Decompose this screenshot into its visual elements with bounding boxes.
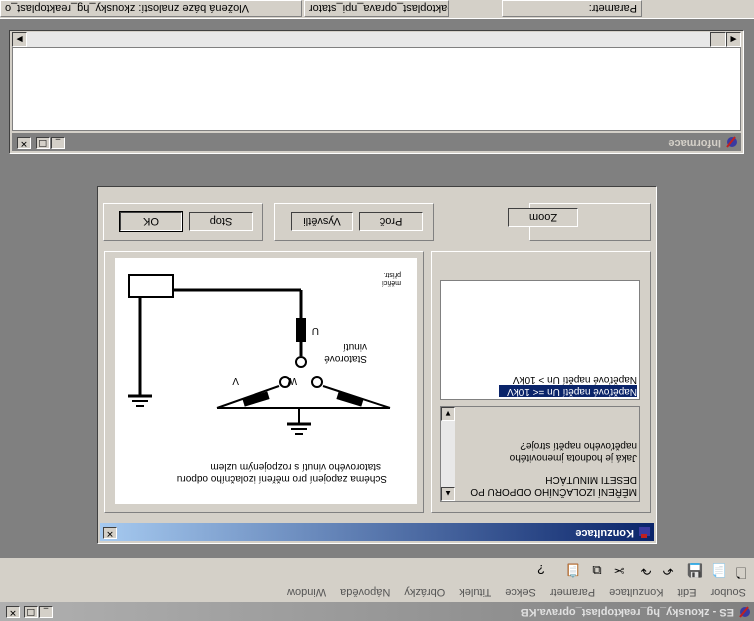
menu-item-obrazky[interactable]: Obrázky <box>404 586 445 598</box>
status-bar: Parametr: Section: hg_reaktoplast_oprava… <box>0 0 754 19</box>
scroll-right-button[interactable]: ▶ <box>12 32 27 47</box>
answer-list[interactable]: Napěťové napětí Un =< 10kV Napěťové napě… <box>440 280 640 400</box>
question-line-3: Jaká je hodnota jmenovitého <box>509 452 637 463</box>
app-icon <box>737 605 751 619</box>
vysvetli-button[interactable]: Vysvětli <box>291 212 353 231</box>
help-icon[interactable]: ? <box>531 560 551 580</box>
undo-icon[interactable]: ↶ <box>658 560 678 580</box>
question-line-2: DESETI MINUTÁCH <box>545 474 637 485</box>
save-icon[interactable]: 💾 <box>685 560 705 580</box>
terminal-w <box>311 376 323 388</box>
diagram-caption-line-2: statorového vinutí s rozpojeným uzlem <box>210 461 381 472</box>
label-stator-line-1: Statorové <box>324 353 367 364</box>
informace-close-button[interactable]: ✕ <box>17 137 31 149</box>
ground-symbol-top <box>287 408 311 435</box>
cut-icon[interactable]: ✂ <box>609 560 629 580</box>
label-stator-line-2: vinutí <box>343 341 367 352</box>
copy-icon[interactable]: ⧉ <box>587 560 607 580</box>
konzultace-title: Konzultace <box>575 527 634 539</box>
menu-item-konzultace[interactable]: Konzultace <box>609 586 663 598</box>
winding-v <box>336 391 364 407</box>
diagram-panel: Schéma zapojení pro měření izolačního od… <box>104 251 424 513</box>
meter-box <box>128 274 174 298</box>
diagram-canvas: Schéma zapojení pro měření izolačního od… <box>115 258 417 504</box>
proc-button[interactable]: Proč <box>359 212 423 231</box>
minimize-button[interactable]: _ <box>39 606 53 618</box>
menu-item-napoveda[interactable]: Nápověda <box>340 586 390 598</box>
menu-item-soubor[interactable]: Soubor <box>711 586 746 598</box>
app-titlebar: ES - zkousky_hg_reaktoplast_oprava.KB _ … <box>0 602 754 621</box>
scroll-down-button[interactable]: ▼ <box>441 407 455 421</box>
new-doc-icon[interactable]: 🗋 <box>731 560 751 580</box>
paste-icon[interactable]: 📋 <box>563 560 583 580</box>
menu-item-parametr[interactable]: Parametr <box>550 586 595 598</box>
informace-icon <box>724 135 738 149</box>
diagram-caption-line-1: Schéma zapojení pro měření izolačního od… <box>176 473 387 484</box>
menu-item-edit[interactable]: Edit <box>678 586 697 598</box>
open-doc-icon[interactable]: 📄 <box>709 560 729 580</box>
status-section: Section: hg_reaktoplast_oprava_npi_stato… <box>304 0 449 17</box>
question-box: MĚŘENÍ IZOLAČNÍHO ODPORU PO DESETI MINUT… <box>440 406 640 502</box>
konzultace-close-button[interactable]: ✕ <box>103 527 117 539</box>
answer-option-selected[interactable]: Napěťové napětí Un =< 10kV <box>499 385 637 397</box>
toolbar: 🗋 📄 💾 ↶ ↷ ✂ ⧉ 📋 ? <box>0 557 754 583</box>
informace-maximize-button[interactable]: □ <box>36 137 50 149</box>
menu-item-sekce[interactable]: Sekce <box>505 586 536 598</box>
informace-window: Informace _ □ ✕ ◀ ▶ <box>9 30 744 154</box>
informace-minimize-button[interactable]: _ <box>51 137 65 149</box>
informace-hscrollbar[interactable]: ◀ ▶ <box>12 32 741 47</box>
menu-item-titulek[interactable]: Titulek <box>459 586 491 598</box>
terminal-u <box>295 356 307 368</box>
informace-content <box>12 47 741 131</box>
label-stator: Statorové vinutí <box>324 340 367 364</box>
question-scrollbar[interactable]: ▲ ▼ <box>441 407 455 501</box>
close-button[interactable]: ✕ <box>6 606 20 618</box>
informace-titlebar: Informace _ □ ✕ <box>12 133 741 151</box>
scroll-left-button[interactable]: ◀ <box>726 32 741 47</box>
ground-symbol-left <box>128 344 152 407</box>
question-panel: MĚŘENÍ IZOLAČNÍHO ODPORU PO DESETI MINUT… <box>431 251 651 513</box>
diagram-caption: Schéma zapojení pro měření izolačního od… <box>127 460 387 484</box>
ok-button[interactable]: OK <box>119 211 183 232</box>
winding-u <box>296 318 306 342</box>
konzultace-window: Konzultace ✕ MĚŘENÍ IZOLAČNÍHO ODPORU PO… <box>97 186 657 544</box>
question-line-1: MĚŘENÍ IZOLAČNÍHO ODPORU PO <box>470 486 637 497</box>
question-text: MĚŘENÍ IZOLAČNÍHO ODPORU PO DESETI MINUT… <box>457 439 637 497</box>
answer-option[interactable]: Napěťové napětí Un > 10kV <box>499 373 637 385</box>
question-line-4: napěťového napětí stroje? <box>520 440 637 451</box>
konzultace-icon <box>637 525 651 539</box>
meter-label: měřicí přístr. <box>382 270 401 286</box>
konzultace-titlebar: Konzultace ✕ <box>100 523 654 541</box>
status-kb: Vložená báze znalostí: zkousky_hg_reakto… <box>0 0 302 17</box>
maximize-button[interactable]: □ <box>24 606 38 618</box>
app-title: ES - zkousky_hg_reaktoplast_oprava.KB <box>520 606 734 618</box>
stop-button[interactable]: Stop <box>189 212 253 231</box>
label-v: V <box>232 375 239 386</box>
meter-label-line-1: měřicí <box>381 279 401 286</box>
menu-item-window[interactable]: Window <box>287 586 326 598</box>
meter-label-line-2: přístr. <box>383 271 401 278</box>
label-u: U <box>311 325 319 336</box>
redo-icon[interactable]: ↷ <box>636 560 656 580</box>
scroll-up-button[interactable]: ▲ <box>441 487 455 501</box>
label-w: W <box>287 375 297 386</box>
scroll-thumb[interactable] <box>710 32 726 47</box>
informace-title: Informace <box>668 137 721 149</box>
zoom-button[interactable]: Zoom <box>508 208 578 227</box>
status-parameter: Parametr: <box>502 0 642 17</box>
menu-bar: Soubor Edit Konzultace Parametr Sekce Titulek… <box>0 583 754 602</box>
